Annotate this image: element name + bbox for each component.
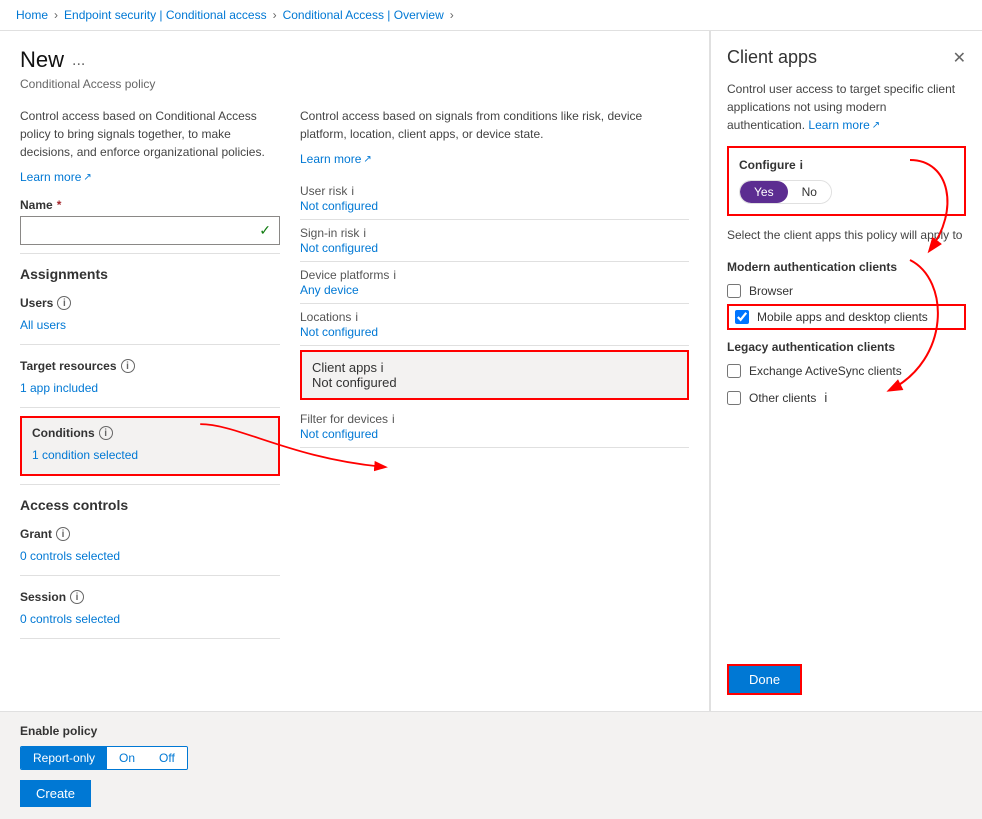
target-resources-info-icon: i <box>121 359 135 373</box>
browser-label[interactable]: Browser <box>749 284 793 298</box>
no-button[interactable]: No <box>788 181 831 203</box>
off-button[interactable]: Off <box>147 747 187 769</box>
yes-no-toggle: Yes No <box>739 180 832 204</box>
other-info-icon: i <box>824 390 827 405</box>
name-checkmark: ✓ <box>259 222 271 239</box>
users-value[interactable]: All users <box>20 314 280 336</box>
page-title-ellipsis: ... <box>72 52 85 70</box>
client-apps-info: i <box>381 360 384 375</box>
conditions-info-icon: i <box>99 426 113 440</box>
user-risk-row: User risk i Not configured <box>300 178 689 220</box>
locations-info: i <box>355 310 358 324</box>
panel-header: Client apps ✕ <box>727 47 966 68</box>
user-risk-info: i <box>351 184 354 198</box>
session-value[interactable]: 0 controls selected <box>20 608 280 630</box>
close-button[interactable]: ✕ <box>953 48 966 68</box>
filter-devices-value[interactable]: Not configured <box>300 427 378 441</box>
grant-value[interactable]: 0 controls selected <box>20 545 280 567</box>
grant-info-icon: i <box>56 527 70 541</box>
page-title: New <box>20 47 64 73</box>
right-learn-more[interactable]: Learn more ↗ <box>300 152 372 166</box>
device-platforms-value[interactable]: Any device <box>300 283 359 297</box>
panel-learn-more[interactable]: Learn more ↗ <box>808 116 880 134</box>
other-checkbox[interactable] <box>727 391 741 405</box>
breadcrumb: Home › Endpoint security | Conditional a… <box>0 0 982 31</box>
device-platforms-info: i <box>393 268 396 282</box>
users-label: Users i <box>20 296 280 310</box>
conditions-value[interactable]: 1 condition selected <box>32 444 268 466</box>
apply-label: Select the client apps this policy will … <box>727 228 966 242</box>
client-apps-box[interactable]: Client apps i Not configured <box>300 350 689 400</box>
exchange-checkbox-row: Exchange ActiveSync clients <box>727 358 966 384</box>
signin-risk-value[interactable]: Not configured <box>300 241 378 255</box>
left-panel: New ... Conditional Access policy Contro… <box>0 31 710 711</box>
right-description: Control access based on signals from con… <box>300 107 689 143</box>
panel-title: Client apps <box>727 47 817 68</box>
create-button[interactable]: Create <box>20 780 91 807</box>
done-button[interactable]: Done <box>729 666 800 693</box>
user-risk-value[interactable]: Not configured <box>300 199 378 213</box>
client-apps-panel: Client apps ✕ Control user access to tar… <box>710 31 982 711</box>
conditions-section: User risk i Not configured Sign-in risk … <box>300 178 689 448</box>
locations-value[interactable]: Not configured <box>300 325 378 339</box>
on-button[interactable]: On <box>107 747 147 769</box>
panel-description: Control user access to target specific c… <box>727 80 966 134</box>
users-info-icon: i <box>57 296 71 310</box>
signin-risk-row: Sign-in risk i Not configured <box>300 220 689 262</box>
browser-checkbox-row: Browser <box>727 278 966 304</box>
assignments-title: Assignments <box>20 266 280 282</box>
configure-section: Configure i Yes No <box>727 146 966 216</box>
left-learn-more[interactable]: Learn more ↗ <box>20 170 92 184</box>
enable-policy-bar: Enable policy Report-only On Off Create <box>0 711 982 819</box>
other-checkbox-row: Other clients i <box>727 384 966 411</box>
configure-info-icon: i <box>800 158 803 172</box>
report-only-button[interactable]: Report-only <box>21 747 107 769</box>
done-section: Done <box>727 648 966 695</box>
enable-policy-label: Enable policy <box>20 724 962 738</box>
conditions-box[interactable]: Conditions i 1 condition selected <box>20 416 280 476</box>
done-button-wrapper: Done <box>727 664 802 695</box>
breadcrumb-endpoint[interactable]: Endpoint security | Conditional access <box>64 8 267 22</box>
mobile-label[interactable]: Mobile apps and desktop clients <box>757 310 928 324</box>
mobile-checkbox-row: Mobile apps and desktop clients <box>727 304 966 330</box>
grant-label: Grant i <box>20 527 280 541</box>
session-label: Session i <box>20 590 280 604</box>
modern-auth-title: Modern authentication clients <box>727 260 966 274</box>
mobile-checkbox[interactable] <box>735 310 749 324</box>
target-resources-value[interactable]: 1 app included <box>20 377 280 399</box>
exchange-label[interactable]: Exchange ActiveSync clients <box>749 364 902 378</box>
configure-label: Configure i <box>739 158 954 172</box>
name-label: Name * <box>20 198 280 212</box>
name-input[interactable]: Test policy for Microsoft 365 email <box>29 223 259 238</box>
access-controls-title: Access controls <box>20 497 280 513</box>
breadcrumb-home[interactable]: Home <box>16 8 48 22</box>
legacy-auth-title: Legacy authentication clients <box>727 340 966 354</box>
locations-row: Locations i Not configured <box>300 304 689 346</box>
yes-button[interactable]: Yes <box>740 181 788 203</box>
session-info-icon: i <box>70 590 84 604</box>
breadcrumb-ca[interactable]: Conditional Access | Overview <box>283 8 444 22</box>
conditions-label: Conditions i <box>32 426 268 440</box>
device-platforms-row: Device platforms i Any device <box>300 262 689 304</box>
filter-devices-row: Filter for devices i Not configured <box>300 406 689 448</box>
signin-risk-info: i <box>363 226 366 240</box>
other-label[interactable]: Other clients <box>749 391 816 405</box>
page-subtitle: Conditional Access policy <box>20 77 689 91</box>
exchange-checkbox[interactable] <box>727 364 741 378</box>
left-description: Control access based on Conditional Acce… <box>20 107 280 161</box>
name-input-wrapper[interactable]: Test policy for Microsoft 365 email ✓ <box>20 216 280 245</box>
target-resources-label: Target resources i <box>20 359 280 373</box>
policy-toggle-group: Report-only On Off <box>20 746 188 770</box>
client-apps-value[interactable]: Not configured <box>312 375 397 390</box>
browser-checkbox[interactable] <box>727 284 741 298</box>
filter-devices-info: i <box>392 412 395 426</box>
